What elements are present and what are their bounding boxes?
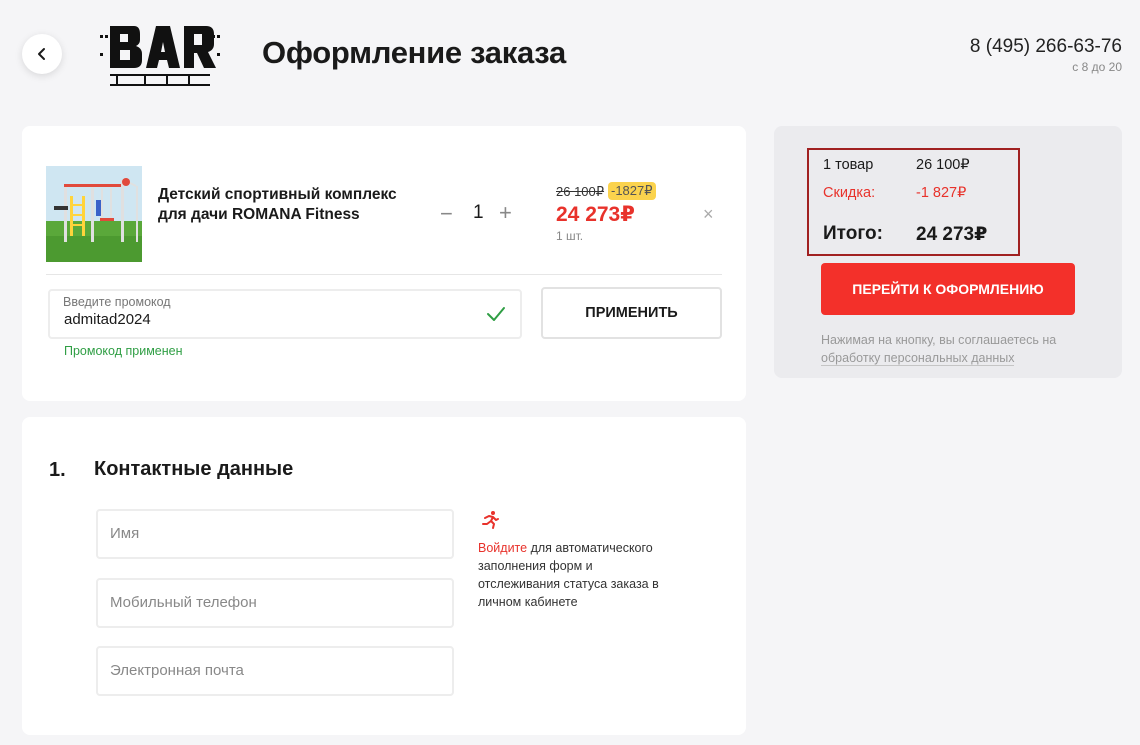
contact-card: 1. Контактные данные Войдите для автомат… bbox=[22, 417, 746, 735]
login-hint: Войдите для автоматического заполнения ф… bbox=[478, 539, 678, 611]
phone-number[interactable]: 8 (495) 266-63-76 bbox=[970, 36, 1122, 58]
total-value: 24 273₽ bbox=[916, 224, 988, 245]
summary-box: 1 товар 26 100₽ Скидка: -1 827₽ Итого: 2… bbox=[807, 148, 1020, 256]
items-subtotal: 26 100₽ bbox=[916, 157, 970, 173]
page-title: Оформление заказа bbox=[262, 35, 566, 70]
total-label: Итого: bbox=[823, 223, 883, 244]
discount-badge: -1827₽ bbox=[608, 182, 656, 200]
discount-value: -1 827₽ bbox=[916, 185, 967, 201]
working-hours: с 8 до 20 bbox=[1072, 60, 1122, 74]
name-field[interactable] bbox=[96, 509, 454, 559]
product-image[interactable] bbox=[46, 166, 142, 262]
divider bbox=[46, 274, 722, 275]
playground-image-icon bbox=[46, 166, 142, 262]
barfits-logo[interactable] bbox=[100, 22, 222, 88]
email-field[interactable] bbox=[96, 646, 454, 696]
apply-promo-button[interactable]: ПРИМЕНИТЬ bbox=[541, 287, 722, 339]
order-summary: 1 товар 26 100₽ Скидка: -1 827₽ Итого: 2… bbox=[774, 126, 1122, 378]
section-title: Контактные данные bbox=[94, 458, 294, 480]
email-input[interactable] bbox=[110, 662, 440, 679]
cart-card: Детский спортивный комплекс для дачи ROM… bbox=[22, 126, 746, 401]
promo-status: Промокод применен bbox=[64, 344, 183, 358]
login-link[interactable]: Войдите bbox=[478, 541, 527, 555]
qty-value: 1 bbox=[473, 202, 484, 223]
promo-label: Введите промокод bbox=[63, 295, 171, 309]
discount-label: Скидка: bbox=[823, 185, 876, 201]
section-number: 1. bbox=[49, 459, 66, 481]
qty-increase-button[interactable]: + bbox=[499, 202, 512, 224]
new-price: 24 273₽ bbox=[556, 203, 635, 226]
promo-input[interactable] bbox=[64, 311, 464, 328]
promo-field[interactable]: Введите промокод bbox=[48, 289, 522, 339]
checkmark-icon bbox=[487, 307, 505, 321]
phone-input[interactable] bbox=[110, 594, 440, 611]
consent-prefix: Нажимая на кнопку, вы соглашаетесь на bbox=[821, 333, 1057, 347]
unit-quantity: 1 шт. bbox=[556, 229, 584, 243]
qty-decrease-button[interactable]: − bbox=[440, 203, 453, 225]
product-name[interactable]: Детский спортивный комплекс для дачи ROM… bbox=[158, 185, 418, 224]
logo-mark-icon bbox=[100, 26, 220, 86]
personal-data-link[interactable]: обработку персональных данных bbox=[821, 351, 1015, 366]
consent-text: Нажимая на кнопку, вы соглашаетесь на об… bbox=[821, 331, 1091, 367]
old-price: 26 100₽ bbox=[556, 184, 605, 199]
phone-field[interactable] bbox=[96, 578, 454, 628]
chevron-left-icon bbox=[38, 48, 45, 60]
name-input[interactable] bbox=[110, 525, 440, 542]
remove-item-button[interactable]: × bbox=[703, 204, 714, 225]
checkout-button[interactable]: ПЕРЕЙТИ К ОФОРМЛЕНИЮ bbox=[821, 263, 1075, 315]
runner-icon bbox=[482, 511, 499, 529]
back-button[interactable] bbox=[22, 34, 62, 74]
items-count-label: 1 товар bbox=[823, 157, 874, 173]
